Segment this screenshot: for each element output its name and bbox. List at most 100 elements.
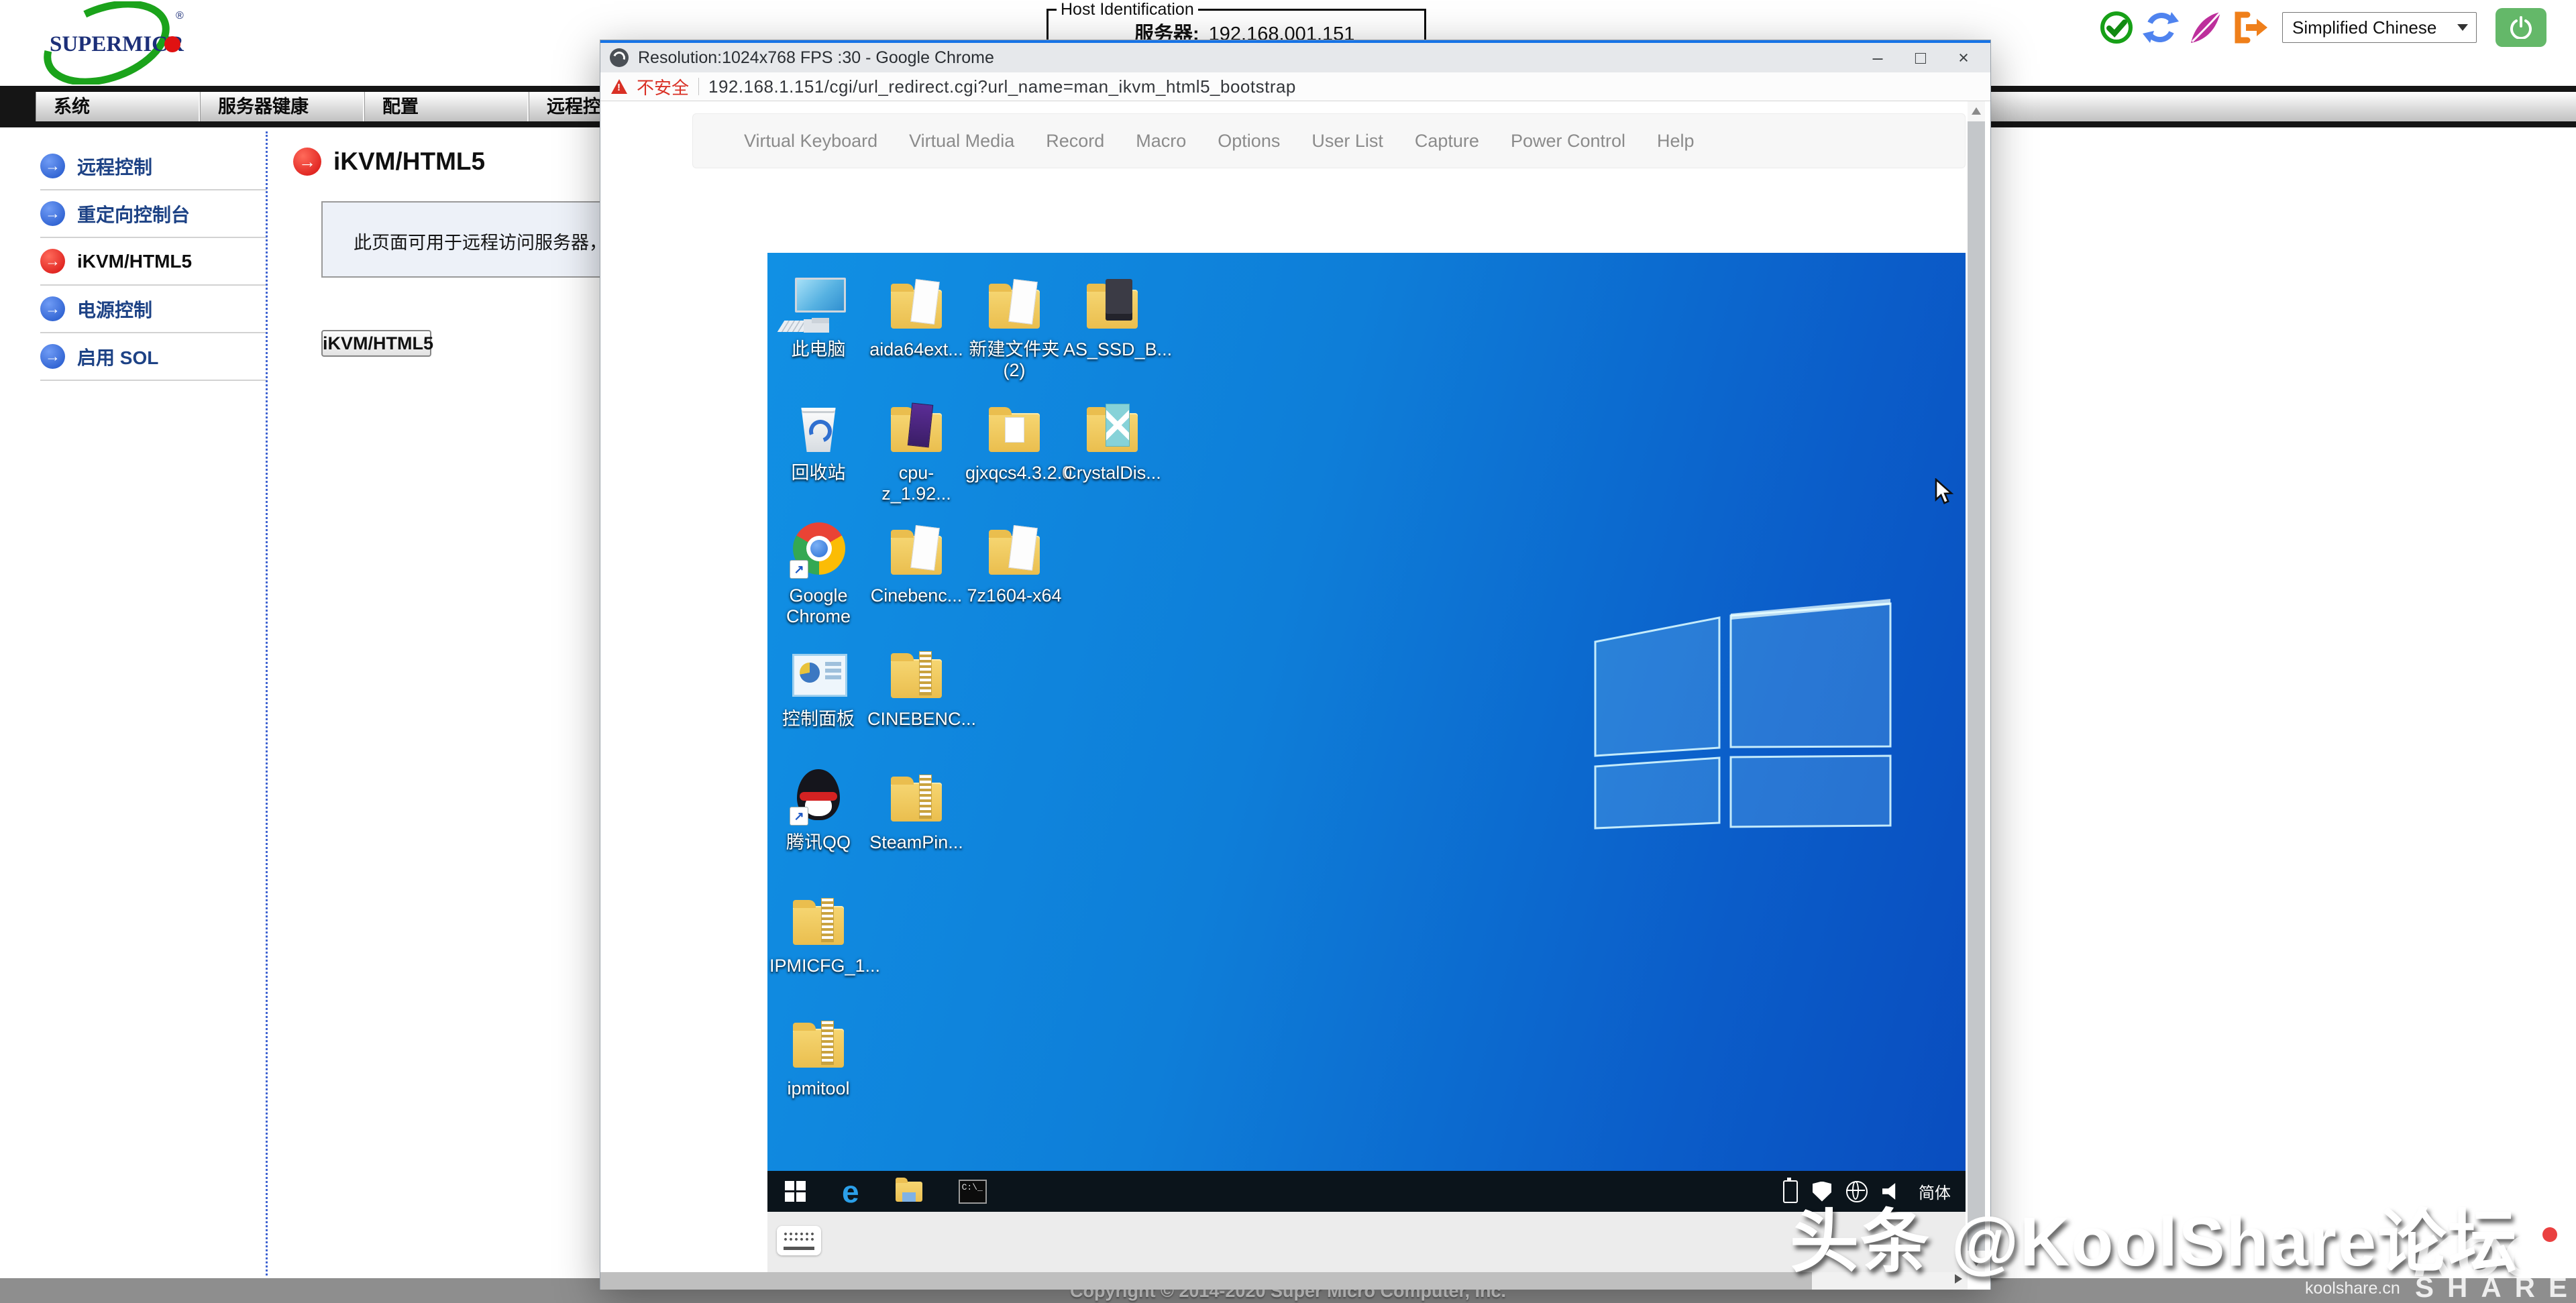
vertical-scrollbar[interactable] (1968, 101, 1985, 1272)
kvm-menu-virtual-media[interactable]: Virtual Media (909, 131, 1014, 152)
page-title: iKVM/HTML5 (333, 148, 485, 176)
close-button[interactable]: × (1942, 43, 1985, 72)
kvm-menu-macro[interactable]: Macro (1136, 131, 1186, 152)
arrow-circle-icon: → (40, 201, 65, 226)
arrow-circle-icon: → (293, 148, 321, 176)
kvm-menu-user-list[interactable]: User List (1311, 131, 1383, 152)
scroll-up-icon[interactable] (1972, 107, 1981, 115)
svg-text:SUPERMICR: SUPERMICR (50, 32, 184, 56)
windows-logo (1589, 587, 1897, 836)
power-icon (2510, 16, 2532, 39)
kvm-menu-options[interactable]: Options (1218, 131, 1280, 152)
remote-desktop-view[interactable]: 此电脑 aida64ext... 新建文件夹 (2) AS_SSD_B... 回… (767, 253, 1966, 1212)
arrow-circle-icon: → (40, 296, 65, 321)
desktop-icon-label: IPMICFG_1... (769, 956, 867, 976)
watermark-site: koolshare.cn (2305, 1279, 2400, 1298)
desktop-icon-graphic: ↗ (769, 518, 867, 583)
language-select[interactable]: Simplified Chinese (2282, 12, 2477, 43)
url-text[interactable]: 192.168.1.151/cgi/url_redirect.cgi?url_n… (708, 76, 1296, 97)
address-separator (698, 78, 699, 95)
command-prompt-icon[interactable] (959, 1180, 987, 1204)
sidebar-item[interactable]: → iKVM/HTML5 (40, 238, 267, 286)
desktop-icon[interactable]: ipmitool (769, 1011, 867, 1099)
edge-icon[interactable] (842, 1178, 859, 1205)
host-identification-box: Host Identification 服务器:192.168.001.151 (1046, 0, 1426, 42)
viewer-bottom-strip (767, 1212, 1966, 1272)
desktop-icon[interactable]: gjxqcs4.3.2.0 (965, 396, 1063, 484)
desktop-icon-graphic (769, 1011, 867, 1076)
file-explorer-icon[interactable] (896, 1182, 922, 1202)
desktop-icon[interactable]: 控制面板 (769, 642, 867, 730)
desktop-icon-graphic (965, 518, 1063, 583)
kvm-menu-record[interactable]: Record (1046, 131, 1104, 152)
arrow-circle-icon: → (40, 154, 65, 178)
desktop-icon[interactable]: 新建文件夹 (2) (965, 272, 1063, 381)
desktop-icon[interactable]: 7z1604-x64 (965, 518, 1063, 606)
desktop-icon[interactable]: ↗ 腾讯QQ (769, 765, 867, 853)
desktop-icon-label: Cinebenc... (867, 585, 965, 606)
supermicro-logo-swirl: SUPERMICR ® (38, 1, 199, 84)
virtual-keyboard-button[interactable] (777, 1226, 821, 1255)
desktop-icon-graphic (769, 642, 867, 706)
navbar-item-0[interactable]: 系统 (36, 92, 200, 121)
desktop-icon-graphic (867, 272, 965, 337)
desktop-icon[interactable]: cpu-z_1.92... (867, 396, 965, 504)
desktop-icon-graphic (867, 765, 965, 830)
kvm-menu-capture[interactable]: Capture (1415, 131, 1479, 152)
horizontal-scroll-thumb[interactable] (600, 1272, 1812, 1290)
desktop-icon[interactable]: SteamPin... (867, 765, 965, 853)
desktop-icon[interactable]: aida64ext... (867, 272, 965, 360)
desktop-icon-graphic (867, 518, 965, 583)
desktop-icon[interactable]: CrystalDis... (1063, 396, 1161, 484)
start-button-icon[interactable] (785, 1181, 806, 1202)
desktop-icon[interactable]: 此电脑 (769, 272, 867, 360)
desktop-icon[interactable]: ↗ Google Chrome (769, 518, 867, 627)
logout-icon[interactable] (2231, 9, 2267, 46)
sidebar-item[interactable]: → 电源控制 (40, 286, 267, 333)
windows-wallpaper: 此电脑 aida64ext... 新建文件夹 (2) AS_SSD_B... 回… (767, 253, 1966, 1171)
page-favicon-icon (610, 48, 629, 67)
arrow-circle-icon: → (40, 344, 65, 369)
desktop-icon[interactable]: CINEBENC... (867, 642, 965, 730)
desktop-icon-graphic (769, 889, 867, 953)
header-toolbar: Simplified Chinese (2098, 8, 2546, 47)
desktop-icon-label: Google Chrome (769, 585, 867, 627)
window-controls: – □ × (1856, 43, 1985, 72)
sidebar-item[interactable]: → 启用 SOL (40, 333, 267, 381)
desktop-icon-label: 回收站 (769, 463, 867, 484)
window-titlebar[interactable]: Resolution:1024x768 FPS :30 - Google Chr… (600, 43, 1990, 72)
sidebar-item-label: 重定向控制台 (77, 201, 190, 227)
horizontal-scrollbar[interactable] (600, 1272, 1968, 1290)
desktop-icon-label: CrystalDis... (1063, 463, 1161, 484)
address-bar[interactable]: 不安全 192.168.1.151/cgi/url_redirect.cgi?u… (600, 72, 1990, 101)
taskbar-apps (767, 1178, 987, 1205)
desktop-icon[interactable]: 回收站 (769, 396, 867, 484)
security-warning-label[interactable]: 不安全 (637, 74, 689, 99)
refresh-icon[interactable] (2143, 9, 2179, 46)
window-title: Resolution:1024x768 FPS :30 - Google Chr… (638, 48, 994, 68)
security-warning-icon (611, 79, 627, 94)
sidebar-item[interactable]: → 远程控制 (40, 143, 267, 190)
vertical-scroll-thumb[interactable] (1968, 121, 1985, 1251)
desktop-icon-graphic (867, 642, 965, 706)
desktop-icon[interactable]: AS_SSD_B... (1063, 272, 1161, 360)
watermark-text: 头条 @KoolShare论坛 (1790, 1186, 2518, 1286)
kvm-menu-power-control[interactable]: Power Control (1511, 131, 1625, 152)
feather-icon[interactable] (2187, 9, 2223, 46)
desktop-icon[interactable]: IPMICFG_1... (769, 889, 867, 976)
shortcut-arrow-icon: ↗ (790, 560, 808, 579)
sidebar-item[interactable]: → 重定向控制台 (40, 190, 267, 238)
navbar-item-1[interactable]: 服务器键康 (200, 92, 364, 121)
desktop-icon-graphic (867, 396, 965, 460)
sidebar-separator (266, 131, 268, 1276)
desktop-icon-label: 腾讯QQ (769, 832, 867, 853)
power-button[interactable] (2496, 8, 2546, 47)
desktop-icon[interactable]: Cinebenc... (867, 518, 965, 606)
maximize-button[interactable]: □ (1899, 43, 1942, 72)
navbar-item-2[interactable]: 配置 (364, 92, 529, 121)
minimize-button[interactable]: – (1856, 43, 1899, 72)
kvm-menu-virtual-keyboard[interactable]: Virtual Keyboard (744, 131, 877, 152)
ikvm-launch-button[interactable]: iKVM/HTML5 (321, 330, 431, 357)
desktop-icon-label: cpu-z_1.92... (867, 463, 965, 504)
kvm-menu-help[interactable]: Help (1657, 131, 1695, 152)
